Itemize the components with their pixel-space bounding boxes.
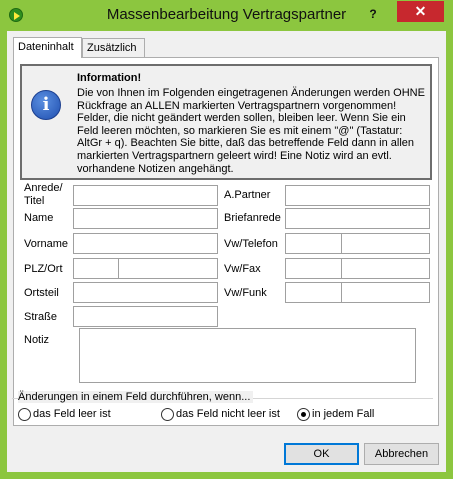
radio-feld-leer[interactable] [18,408,31,421]
title-bar[interactable]: Massenbearbeitung Vertragspartner ? ✕ [0,0,453,31]
label-name: Name [24,212,54,224]
label-ortsteil: Ortsteil [24,287,59,299]
information-box: i Information! Die von Ihnen im Folgende… [20,64,432,180]
radio-jedem-fall-label[interactable]: in jedem Fall [312,408,374,420]
label-vorname: Vorname [24,238,69,250]
tab-zusaetzlich[interactable]: Zusätzlich [82,38,145,57]
briefanrede-input[interactable] [285,208,430,229]
funk-nummer-input[interactable] [341,282,430,303]
telefon-nummer-input[interactable] [341,233,430,254]
telefon-vorwahl-input[interactable] [285,233,342,254]
fax-nummer-input[interactable] [341,258,430,279]
close-button[interactable]: ✕ [397,1,444,22]
label-vw-funk: Vw/Funk [224,287,267,299]
strasse-input[interactable] [73,306,218,327]
label-strasse: Straße [24,311,58,323]
radio-feld-leer-label[interactable]: das Feld leer ist [33,408,111,420]
label-briefanrede: Briefanrede [224,212,281,224]
info-heading: Information! [77,72,142,84]
ortsteil-input[interactable] [73,282,218,303]
fax-vorwahl-input[interactable] [285,258,342,279]
dialog-client: Dateninhalt Zusätzlich i Information! Di… [7,31,446,472]
funk-vorwahl-input[interactable] [285,282,342,303]
label-plz-ort: PLZ/Ort [24,263,63,275]
label-notiz: Notiz [24,334,50,346]
ort-input[interactable] [118,258,218,279]
cancel-button[interactable]: Abbrechen [364,443,439,465]
dialog-window: Massenbearbeitung Vertragspartner ? ✕ Da… [0,0,453,479]
info-icon: i [31,90,61,120]
anrede-titel-input[interactable] [73,185,218,206]
radio-feld-nicht-leer-label[interactable]: das Feld nicht leer ist [176,408,280,420]
vorname-input[interactable] [73,233,218,254]
label-vw-fax: Vw/Fax [224,263,261,275]
label-vw-telefon: Vw/Telefon [224,238,278,250]
name-input[interactable] [73,208,218,229]
tab-dateninhalt[interactable]: Dateninhalt [13,37,82,58]
plz-input[interactable] [73,258,119,279]
radio-jedem-fall[interactable] [297,408,310,421]
change-mode-title: Änderungen in einem Feld durchführen, we… [18,391,254,403]
radio-feld-nicht-leer[interactable] [161,408,174,421]
label-a-partner: A.Partner [224,189,271,201]
notiz-textarea[interactable] [79,328,416,383]
help-button[interactable]: ? [360,4,386,24]
info-text: Die von Ihnen im Folgenden eingetragenen… [77,87,425,175]
a-partner-input[interactable] [285,185,430,206]
label-anrede-titel: Anrede/ Titel [24,182,63,207]
ok-button[interactable]: OK [284,443,359,465]
